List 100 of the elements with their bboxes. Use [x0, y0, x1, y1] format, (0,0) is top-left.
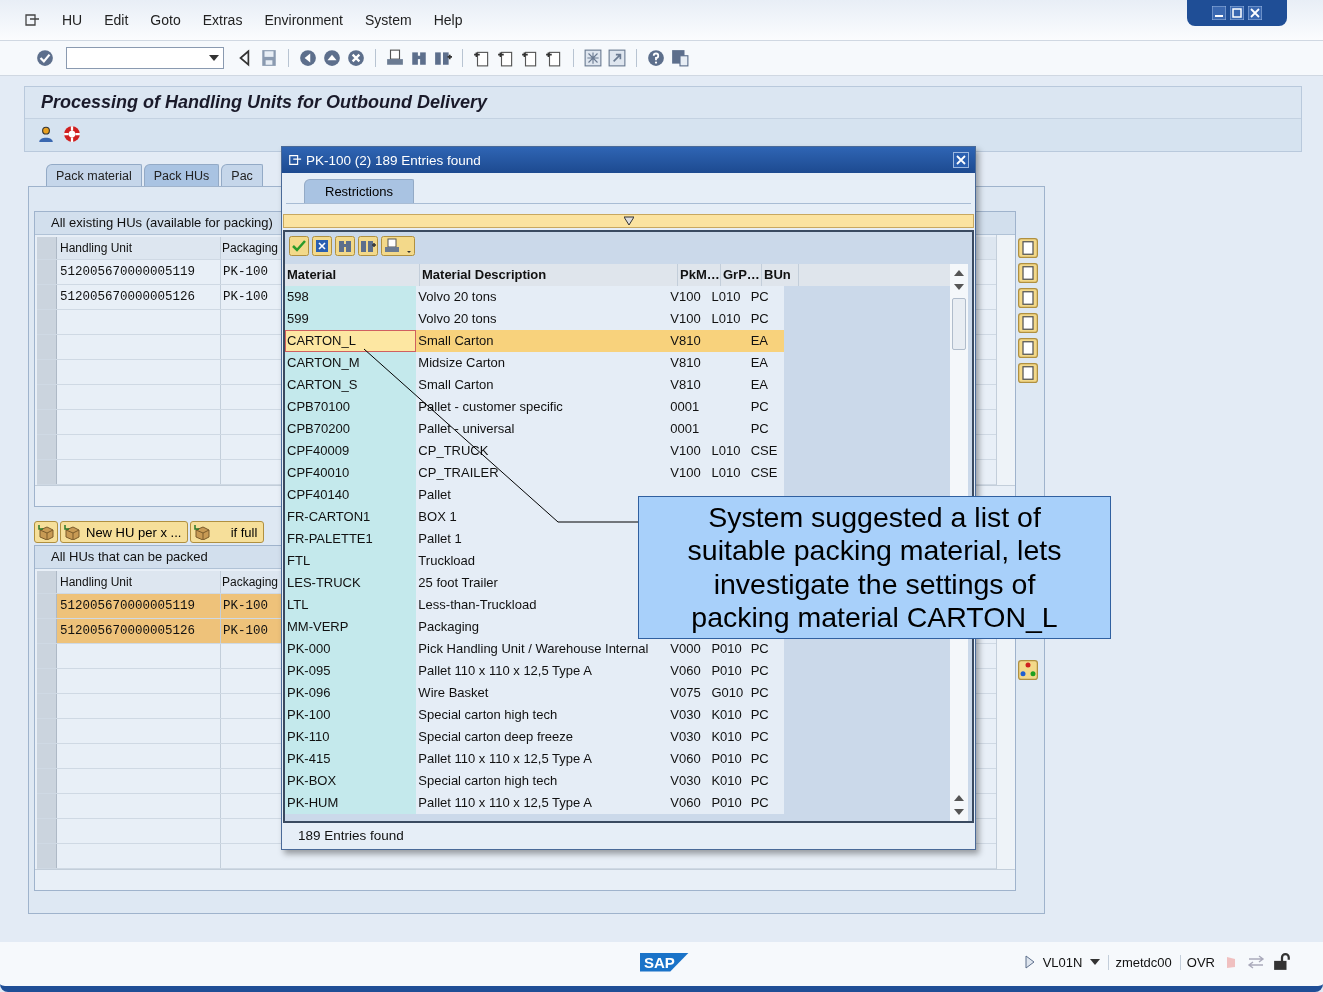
scroll-down-icon[interactable]	[954, 809, 964, 815]
select-all-cell[interactable]	[37, 237, 57, 259]
enter-icon[interactable]	[36, 49, 54, 67]
table-cell[interactable]: CARTON_L	[285, 330, 417, 352]
menu-item[interactable]: Extras	[202, 12, 243, 28]
print-icon[interactable]	[386, 49, 404, 67]
table-cell[interactable]: FTL	[285, 550, 417, 572]
table-row[interactable]: PK-100 Special carton high tech V030 K010 PC	[285, 704, 784, 726]
scroll-up-icon[interactable]	[954, 270, 964, 276]
table-cell[interactable]: FR-PALETTE1	[285, 528, 417, 550]
table-cell[interactable]: 598	[285, 286, 417, 308]
funnel-icon[interactable]	[623, 216, 634, 226]
dropdown-caret-icon[interactable]	[1090, 959, 1101, 965]
maximize-icon[interactable]	[1230, 6, 1244, 20]
tab[interactable]: Pack material	[46, 164, 142, 186]
table-row[interactable]: CARTON_M Midsize Carton V810 EA	[285, 352, 784, 374]
vertical-scrollbar[interactable]	[996, 235, 1015, 485]
expand-triangle-icon[interactable]	[1024, 955, 1035, 969]
find-next-icon[interactable]	[358, 236, 378, 256]
menu-icon[interactable]	[24, 12, 40, 28]
close-icon[interactable]	[953, 152, 969, 168]
toolbar-button[interactable]: New HU per x ...	[60, 521, 189, 543]
table-row[interactable]: CARTON_L Small Carton V810 EA	[285, 330, 784, 352]
table-row[interactable]: CPB70200 Pallet - universal 0001 PC	[285, 418, 784, 440]
menu-item[interactable]: Help	[433, 12, 463, 28]
print-icon[interactable]	[381, 236, 415, 256]
table-row[interactable]: PK-415 Pallet 110 x 110 x 12,5 Type A V060 P010 PC	[285, 748, 784, 770]
toolbar-button[interactable]	[34, 521, 58, 543]
person-icon[interactable]	[37, 125, 55, 143]
table-cell[interactable]: PK-110	[285, 726, 417, 748]
table-cell[interactable]: PK-096	[285, 682, 417, 704]
new-session-icon[interactable]	[584, 49, 602, 67]
lifebuoy-icon[interactable]	[63, 125, 81, 143]
scroll-up-icon[interactable]	[954, 795, 964, 801]
cancel-icon[interactable]	[312, 236, 332, 256]
scroll-thumb[interactable]	[952, 298, 966, 350]
table-row[interactable]: PK-HUM Pallet 110 x 110 x 12,5 Type A V060 P010 PC	[285, 792, 784, 814]
exit-icon[interactable]	[323, 49, 341, 67]
table-cell[interactable]: 599	[285, 308, 417, 330]
find-icon[interactable]	[410, 49, 428, 67]
table-row[interactable]: 598 Volvo 20 tons V100 L010 PC	[285, 286, 784, 308]
table-cell[interactable]: CARTON_M	[285, 352, 417, 374]
find-icon[interactable]	[335, 236, 355, 256]
menu-item[interactable]: System	[365, 12, 412, 28]
table-cell[interactable]: MM-VERP	[285, 616, 417, 638]
table-cell[interactable]: CARTON_S	[285, 374, 417, 396]
table-row[interactable]: PK-096 Wire Basket V075 G010 PC	[285, 682, 784, 704]
minimize-icon[interactable]	[1212, 6, 1226, 20]
table-cell[interactable]: LTL	[285, 594, 417, 616]
dropdown-caret-icon[interactable]	[209, 55, 219, 61]
transaction-code[interactable]: VL01N	[1042, 954, 1083, 970]
table-cell[interactable]: CPB70100	[285, 396, 417, 418]
table-row[interactable]: PK-BOX Special carton high tech V030 K010 PC	[285, 770, 784, 792]
save-icon[interactable]	[260, 49, 278, 67]
table-cell[interactable]: CPF40009	[285, 440, 417, 462]
table-cell[interactable]: PK-000	[285, 638, 417, 660]
table-row[interactable]: CPF40010 CP_TRAILER V100 L010 CSE	[285, 462, 784, 484]
toolbar-button[interactable]: if full	[190, 521, 265, 543]
table-row[interactable]: PK-110 Special carton deep freeze V030 K010 PC	[285, 726, 784, 748]
table-row[interactable]: PK-000 Pick Handling Unit / Warehouse Internal V000 P010 PC	[285, 638, 784, 660]
table-row[interactable]: PK-095 Pallet 110 x 110 x 12,5 Type A V060 P010 PC	[285, 660, 784, 682]
table-cell[interactable]: CPF40010	[285, 462, 417, 484]
hierarchy-icon[interactable]	[1018, 659, 1038, 681]
table-row[interactable]: CARTON_S Small Carton V810 EA	[285, 374, 784, 396]
table-row[interactable]: 599 Volvo 20 tons V100 L010 PC	[285, 308, 784, 330]
find-next-icon[interactable]	[434, 49, 452, 67]
shortcut-icon[interactable]	[608, 49, 626, 67]
next-page-icon[interactable]	[521, 49, 539, 67]
back-icon[interactable]	[299, 49, 317, 67]
tab[interactable]: Pack HUs	[143, 164, 220, 186]
table-cell[interactable]: PK-100	[285, 704, 417, 726]
help-icon[interactable]	[647, 49, 665, 67]
lock-icon[interactable]	[1273, 953, 1291, 971]
table-cell[interactable]: PK-HUM	[285, 792, 417, 814]
table-cell[interactable]: LES-TRUCK	[285, 572, 417, 594]
scroll-down-icon[interactable]	[954, 284, 964, 290]
last-page-icon[interactable]	[545, 49, 563, 67]
table-cell[interactable]: PK-BOX	[285, 770, 417, 792]
tab[interactable]: Restrictions	[304, 179, 414, 203]
layout-icon[interactable]	[671, 49, 689, 67]
menu-item[interactable]: Environment	[264, 12, 343, 28]
cancel-icon[interactable]	[347, 49, 365, 67]
menu-item[interactable]: Edit	[104, 12, 129, 28]
check-icon[interactable]	[289, 236, 309, 256]
table-cell[interactable]: CPB70200	[285, 418, 417, 440]
table-cell-text: Volvo 20 tons	[417, 288, 498, 306]
column-header[interactable]: Handling Unit	[57, 237, 221, 259]
table-cell[interactable]: CPF40140	[285, 484, 417, 506]
menu-item[interactable]: HU	[62, 12, 83, 28]
close-icon[interactable]	[1248, 6, 1262, 20]
table-cell[interactable]: FR-CARTON1	[285, 506, 417, 528]
command-field[interactable]	[66, 47, 224, 69]
select-all-cell[interactable]	[37, 571, 57, 593]
previous-page-icon[interactable]	[497, 49, 515, 67]
table-cell[interactable]: PK-415	[285, 748, 417, 770]
column-header[interactable]: Handling Unit	[57, 571, 221, 593]
tab[interactable]: Pac	[221, 164, 263, 186]
first-page-icon[interactable]	[473, 49, 491, 67]
menu-item[interactable]: Goto	[150, 12, 181, 28]
table-cell[interactable]: PK-095	[285, 660, 417, 682]
